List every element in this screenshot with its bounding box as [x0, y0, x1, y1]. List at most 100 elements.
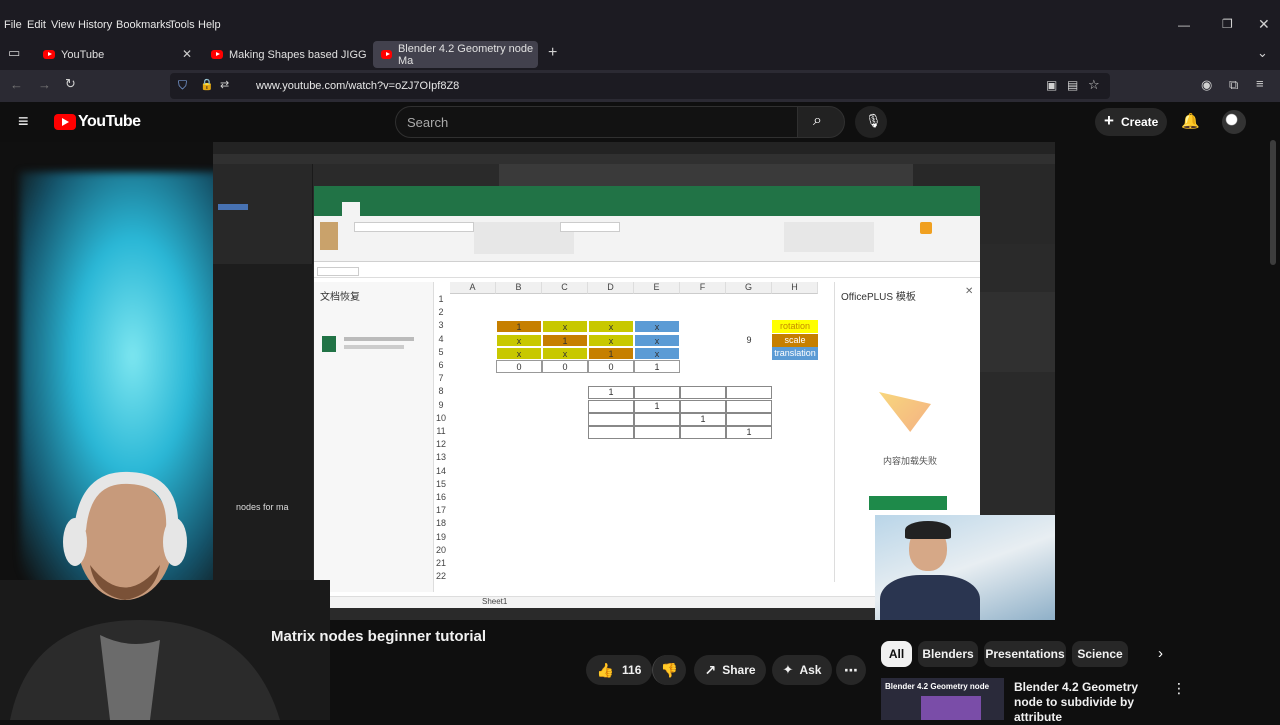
sheet-cell[interactable]: 1: [542, 333, 588, 347]
column-header[interactable]: G: [726, 282, 772, 294]
tab-making-shapes[interactable]: Making Shapes based JIGG: [203, 41, 369, 68]
sheet-cell[interactable]: 1: [496, 320, 542, 334]
sheet-cell[interactable]: 0: [496, 360, 542, 373]
forward-icon[interactable]: →: [38, 77, 51, 92]
chevron-right-icon[interactable]: ›: [1158, 645, 1163, 662]
tab-blender-active[interactable]: Blender 4.2 Geometry node Ma: [373, 41, 538, 68]
row-header[interactable]: 16: [434, 492, 448, 505]
menu-file[interactable]: File: [4, 19, 22, 31]
hamburger-menu-icon[interactable]: ≡: [18, 111, 29, 132]
identity-grid-cell[interactable]: [588, 412, 634, 426]
picture-in-picture-icon[interactable]: ▣: [1046, 78, 1057, 92]
kebab-menu-icon[interactable]: ⋮: [1172, 680, 1186, 697]
chip-blenders[interactable]: Blenders: [918, 641, 978, 667]
reader-view-icon[interactable]: ▤: [1067, 78, 1078, 92]
app-menu-icon[interactable]: ≡: [1256, 76, 1264, 91]
chip-all[interactable]: All: [881, 641, 912, 667]
sheet-cell[interactable]: x: [588, 333, 634, 347]
row-header[interactable]: 15: [434, 479, 448, 492]
menu-bookmarks[interactable]: Bookmarks: [116, 19, 171, 31]
identity-grid-cell[interactable]: [680, 399, 726, 413]
column-header[interactable]: C: [542, 282, 588, 294]
identity-grid-cell[interactable]: [588, 386, 634, 400]
column-header[interactable]: B: [496, 282, 542, 294]
extensions-icon[interactable]: ⧉: [1229, 77, 1238, 93]
identity-grid-cell[interactable]: [680, 412, 726, 426]
menu-edit[interactable]: Edit: [27, 19, 46, 31]
row-header[interactable]: 2: [434, 307, 448, 320]
shield-icon[interactable]: ⛉: [178, 78, 187, 93]
chip-science[interactable]: Science: [1072, 641, 1128, 667]
reload-icon[interactable]: ↻: [65, 76, 76, 92]
page-scrollbar[interactable]: [1270, 140, 1276, 265]
avatar[interactable]: [1222, 110, 1246, 134]
row-header[interactable]: 21: [434, 558, 448, 571]
sheet-cell[interactable]: x: [496, 333, 542, 347]
legend-cell[interactable]: translation: [772, 346, 818, 360]
youtube-logo-text[interactable]: YouTube: [78, 113, 141, 131]
sheet-cell[interactable]: 0: [588, 360, 634, 373]
voice-search-button[interactable]: 🎙: [855, 106, 887, 138]
sheet-cell[interactable]: 9: [726, 334, 772, 347]
row-header[interactable]: 5: [434, 347, 448, 360]
identity-grid-cell[interactable]: [634, 399, 680, 413]
close-tab-icon[interactable]: ✕: [182, 47, 192, 61]
permissions-icon[interactable]: ⇄: [220, 78, 229, 91]
sheet-cell[interactable]: x: [496, 346, 542, 360]
pane-retry-button[interactable]: [869, 496, 947, 510]
legend-cell[interactable]: scale: [772, 333, 818, 347]
row-header[interactable]: 4: [434, 334, 448, 347]
sheet-cell[interactable]: x: [588, 320, 634, 334]
row-header[interactable]: 22: [434, 571, 448, 584]
sheet-cell[interactable]: x: [542, 346, 588, 360]
row-header[interactable]: 11: [434, 426, 448, 439]
identity-grid-cell[interactable]: [726, 386, 772, 400]
identity-grid-cell[interactable]: [680, 386, 726, 400]
chevron-down-icon[interactable]: ⌄: [1257, 45, 1268, 61]
row-header[interactable]: 6: [434, 360, 448, 373]
close-pane-icon[interactable]: ✕: [965, 286, 973, 297]
menu-tools[interactable]: Tools: [169, 19, 195, 31]
row-header[interactable]: 7: [434, 373, 448, 386]
identity-grid-cell[interactable]: [680, 426, 726, 439]
more-actions-button[interactable]: ⋯: [836, 655, 866, 685]
search-button[interactable]: ⌕: [797, 106, 845, 138]
ask-button[interactable]: ✦ Ask: [772, 655, 832, 685]
row-header[interactable]: 1: [434, 294, 448, 307]
row-header[interactable]: 12: [434, 439, 448, 452]
identity-grid-cell[interactable]: [588, 399, 634, 413]
sheet-tab[interactable]: Sheet1: [482, 597, 507, 606]
row-header[interactable]: 8: [434, 386, 448, 399]
lock-icon[interactable]: 🔒: [200, 78, 214, 91]
identity-grid-cell[interactable]: [634, 386, 680, 400]
tab-list-icon[interactable]: ▭: [8, 45, 20, 61]
recommendation-thumbnail[interactable]: Blender 4.2 Geometry node: [881, 678, 1004, 720]
search-input[interactable]: Search: [395, 106, 799, 138]
dislike-button[interactable]: 👎: [652, 655, 686, 685]
youtube-logo-icon[interactable]: [54, 114, 76, 130]
close-window-icon[interactable]: ✕: [1258, 16, 1270, 33]
sheet-cell[interactable]: x: [634, 333, 680, 347]
row-header[interactable]: 9: [434, 400, 448, 413]
new-tab-icon[interactable]: +: [548, 44, 557, 62]
url-bar[interactable]: ⛉ 🔒 ⇄ www.youtube.com/watch?v=oZJ7OIpf8Z…: [170, 73, 1110, 99]
row-header[interactable]: 13: [434, 452, 448, 465]
sheet-cell[interactable]: 0: [542, 360, 588, 373]
column-header[interactable]: E: [634, 282, 680, 294]
back-icon[interactable]: ←: [10, 77, 23, 92]
column-header[interactable]: D: [588, 282, 634, 294]
sheet-cell[interactable]: 1: [588, 346, 634, 360]
sheet-cell[interactable]: x: [634, 346, 680, 360]
minimize-icon[interactable]: —: [1178, 18, 1190, 32]
row-header[interactable]: 17: [434, 505, 448, 518]
like-button[interactable]: 👍 116: [586, 655, 652, 685]
sheet-cell[interactable]: x: [542, 320, 588, 334]
tab-youtube[interactable]: YouTube ✕: [35, 41, 200, 68]
chip-presentations[interactable]: Presentations: [984, 641, 1066, 667]
menu-view[interactable]: View: [51, 19, 75, 31]
notifications-bell-icon[interactable]: 🔔: [1181, 112, 1200, 130]
sheet-cell[interactable]: 1: [634, 360, 680, 373]
identity-grid-cell[interactable]: [634, 426, 680, 439]
column-header[interactable]: A: [450, 282, 496, 294]
sheet-cell[interactable]: x: [634, 320, 680, 334]
